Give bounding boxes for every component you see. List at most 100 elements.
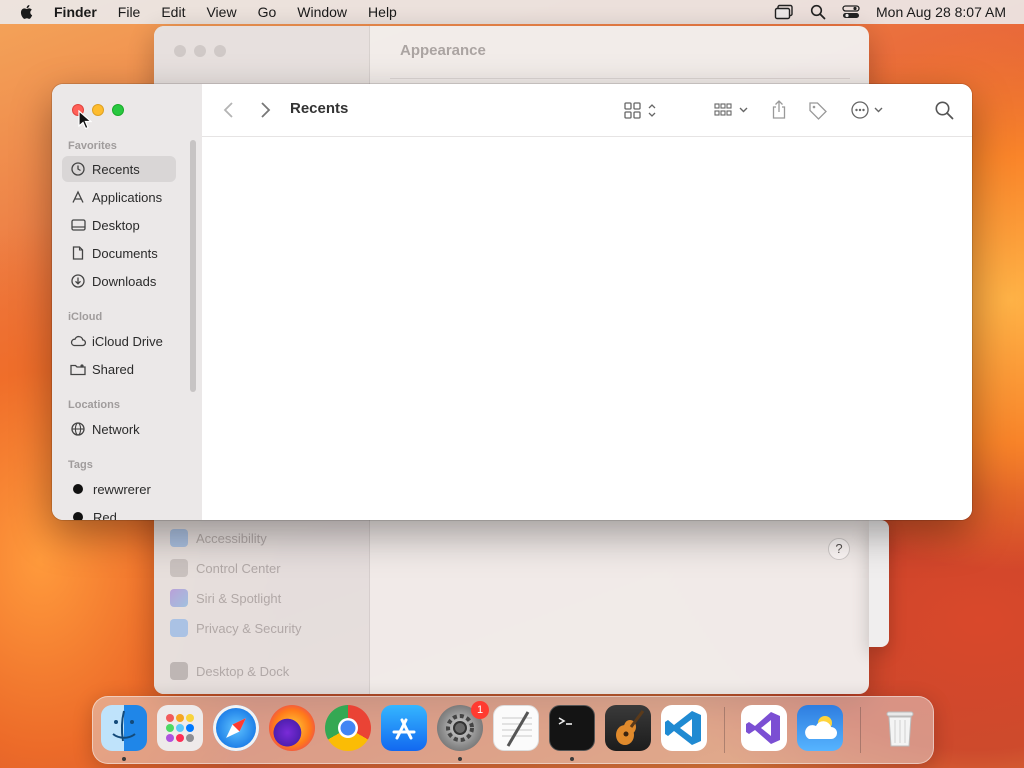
download-icon <box>70 273 86 289</box>
menu-edit[interactable]: Edit <box>161 4 185 20</box>
search-icon <box>935 101 954 120</box>
spotlight-search-icon[interactable] <box>810 4 826 20</box>
apple-menu-icon[interactable] <box>18 3 36 21</box>
section-locations: Locations <box>68 399 120 411</box>
menu-file[interactable]: File <box>118 4 141 20</box>
dock-trash[interactable] <box>877 705 923 751</box>
dock-separator <box>860 707 861 753</box>
window-title: Recents <box>290 100 349 117</box>
zoom-button[interactable] <box>112 104 124 116</box>
pen-paper-icon <box>502 711 532 747</box>
dock-system-settings[interactable]: 1 <box>437 701 489 751</box>
icon-view-grid-icon <box>624 102 656 119</box>
dock-safari[interactable] <box>213 705 259 751</box>
control-center-icon[interactable] <box>842 4 860 20</box>
chevron-left-icon <box>223 102 233 118</box>
dock-settings-icon <box>170 662 188 680</box>
share-button[interactable] <box>770 98 788 122</box>
finder-face-icon <box>112 710 136 742</box>
chrome-center-icon <box>338 718 358 738</box>
minimize-button[interactable] <box>92 104 104 116</box>
dock-firefox[interactable] <box>269 705 315 751</box>
settings-item-privacy-security[interactable]: Privacy & Security <box>170 619 301 637</box>
shared-folder-icon <box>70 361 86 377</box>
weather-cloud-icon <box>805 716 837 739</box>
group-by-button[interactable] <box>714 98 750 122</box>
clock-icon <box>70 161 86 177</box>
dock-launchpad[interactable] <box>157 705 203 751</box>
sidebar-item-recents[interactable]: Recents <box>62 156 176 182</box>
sidebar-item-label: Recents <box>92 161 140 177</box>
menu-window[interactable]: Window <box>297 4 347 20</box>
sidebar-item-downloads[interactable]: Downloads <box>62 268 176 294</box>
sidebar-item-icloud-drive[interactable]: iCloud Drive <box>62 328 176 354</box>
screen-mirroring-icon[interactable] <box>774 4 794 20</box>
sidebar-item-label: rewwrerer <box>93 481 151 497</box>
menu-clock[interactable]: Mon Aug 28 8:07 AM <box>876 4 1006 20</box>
running-indicator <box>570 757 574 761</box>
menu-go[interactable]: Go <box>258 4 277 20</box>
applications-icon <box>70 189 86 205</box>
sidebar-item-label: Applications <box>92 189 163 205</box>
tag-color-dot <box>73 512 83 520</box>
settings-item-siri-spotlight[interactable]: Siri & Spotlight <box>170 589 281 607</box>
finder-sidebar: Favorites Recents Applications Desktop D… <box>52 84 202 520</box>
dock-weather[interactable] <box>797 705 843 751</box>
menu-view[interactable]: View <box>206 4 236 20</box>
guitar-icon <box>616 710 645 745</box>
settings-item-accessibility[interactable]: Accessibility <box>170 529 267 547</box>
search-button[interactable] <box>934 98 954 122</box>
tags-button[interactable] <box>808 98 828 122</box>
share-icon <box>772 100 786 119</box>
sidebar-item-label: Network <box>92 421 140 437</box>
vscode-icon <box>665 711 701 745</box>
chevron-right-icon <box>261 102 271 118</box>
action-menu-button[interactable] <box>850 98 886 122</box>
file-list-area[interactable] <box>202 137 972 520</box>
help-button[interactable]: ? <box>828 538 850 560</box>
desktop-icon <box>70 217 86 233</box>
section-icloud: iCloud <box>68 311 103 323</box>
sidebar-item-label: Desktop <box>92 217 140 233</box>
divider <box>390 78 850 79</box>
menu-help[interactable]: Help <box>368 4 397 20</box>
dock-garageband[interactable] <box>605 705 651 751</box>
dock-textedit[interactable] <box>493 705 539 751</box>
sidebar-item-network[interactable]: Network <box>62 416 176 442</box>
sidebar-tag-rewwrerer[interactable]: rewwrerer <box>62 476 176 502</box>
sidebar-item-shared[interactable]: Shared <box>62 356 176 382</box>
dock-visual-studio[interactable] <box>741 705 787 751</box>
cloud-icon <box>70 333 86 349</box>
terminal-prompt-icon <box>558 717 572 725</box>
group-grid-icon <box>714 103 748 116</box>
dock-vscode[interactable] <box>661 705 707 751</box>
sidebar-item-desktop[interactable]: Desktop <box>62 212 176 238</box>
app-store-a-icon <box>392 718 416 740</box>
notification-badge: 1 <box>471 701 489 719</box>
back-button[interactable] <box>222 98 236 122</box>
accessibility-icon <box>170 529 188 547</box>
settings-item-desktop-dock[interactable]: Desktop & Dock <box>170 662 289 680</box>
view-mode-button[interactable] <box>624 98 658 122</box>
sidebar-tag-red[interactable]: Red <box>62 504 176 520</box>
menu-app-name[interactable]: Finder <box>54 4 97 20</box>
dock-terminal[interactable] <box>549 705 595 751</box>
sidebar-item-label: Shared <box>92 361 134 377</box>
background-window-edge <box>869 520 889 647</box>
settings-item-control-center[interactable]: Control Center <box>170 559 281 577</box>
forward-button[interactable] <box>258 98 272 122</box>
launchpad-grid-icon <box>166 714 194 742</box>
sidebar-item-label: Red <box>93 509 117 521</box>
running-indicator <box>122 757 126 761</box>
mouse-pointer-icon <box>78 110 92 130</box>
finder-window: Favorites Recents Applications Desktop D… <box>52 84 972 520</box>
dock-chrome[interactable] <box>325 705 371 751</box>
sidebar-item-applications[interactable]: Applications <box>62 184 176 210</box>
dock-app-store[interactable] <box>381 705 427 751</box>
dock-finder[interactable] <box>101 705 147 751</box>
more-options-icon <box>851 101 883 119</box>
sidebar-item-documents[interactable]: Documents <box>62 240 176 266</box>
tag-icon <box>809 102 827 120</box>
sidebar-scrollbar[interactable] <box>190 140 196 392</box>
tag-color-dot <box>73 484 83 494</box>
